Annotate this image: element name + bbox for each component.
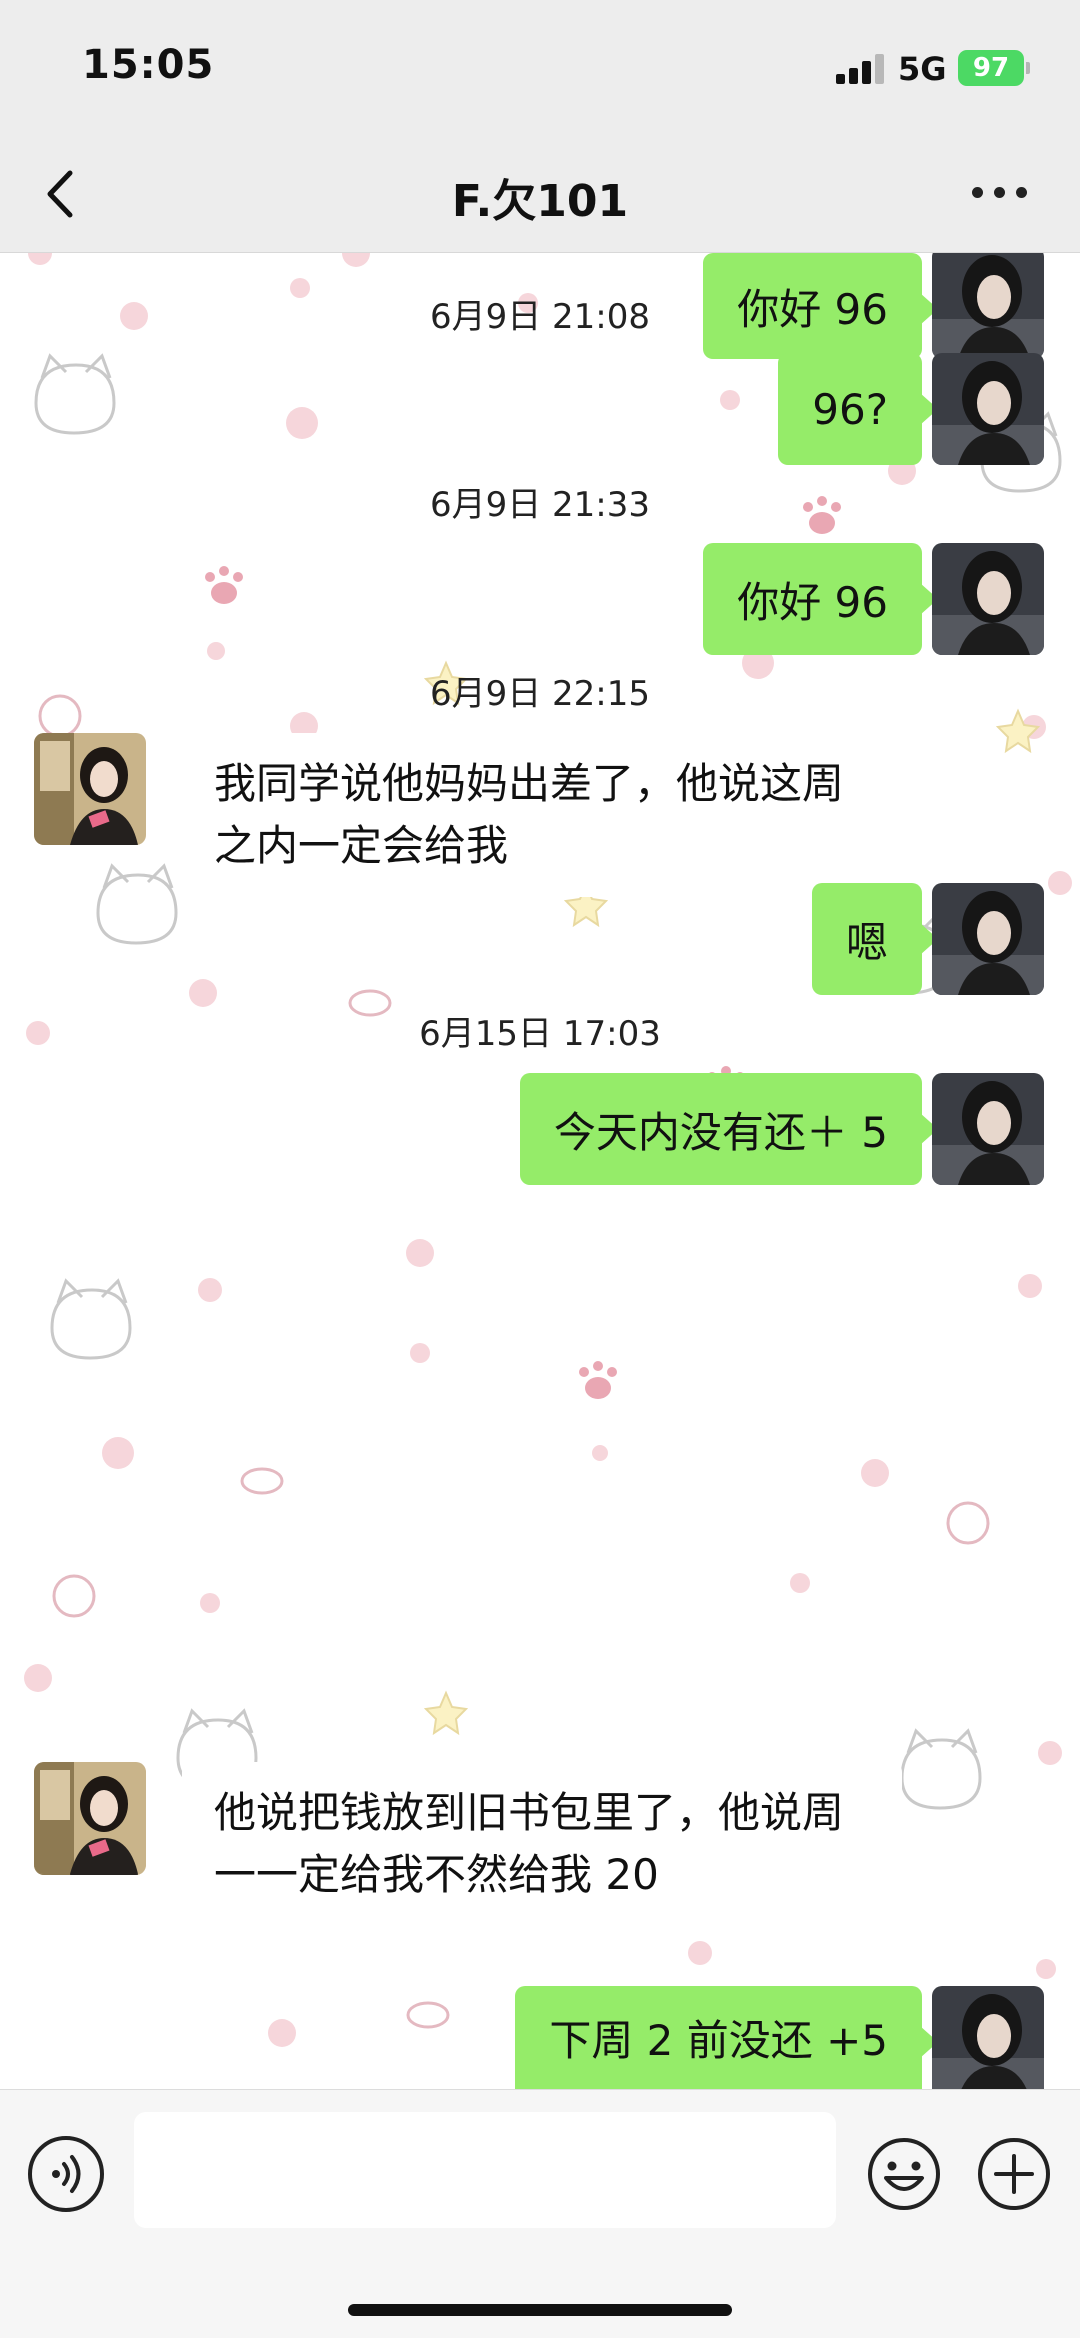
emoji-icon[interactable] [866, 2136, 942, 2212]
ellipsis-icon[interactable] [972, 183, 1028, 203]
timestamp: 6月9日 22:15 [429, 674, 651, 714]
voice-icon[interactable] [28, 2136, 104, 2212]
outgoing-message[interactable]: 下周 2 前没还 +5 [515, 1986, 938, 2089]
message-text: 他说把钱放到旧书包里了，他说周一一定给我不然给我 20 [214, 1788, 845, 1899]
avatar[interactable] [932, 353, 1044, 465]
input-bar [0, 2089, 1080, 2338]
avatar[interactable] [932, 1986, 1044, 2089]
message-text: 今天内没有还＋ 5 [553, 1107, 888, 1157]
message-text: 嗯 [845, 917, 888, 967]
status-time: 15:05 [82, 42, 215, 88]
timestamp: 6月9日 21:08 [429, 297, 651, 337]
outgoing-message[interactable]: 96? [778, 353, 938, 465]
chat-title: F.欠101 [451, 176, 629, 227]
message-text: 96? [812, 384, 888, 434]
incoming-message[interactable]: 我同学说他妈妈出差了，他说这周之内一定会给我 [166, 733, 902, 897]
avatar[interactable] [932, 1073, 1044, 1185]
avatar[interactable] [34, 1762, 146, 1874]
battery-level: 97 [972, 53, 1010, 83]
battery-icon: 97 [958, 50, 1030, 86]
avatar[interactable] [932, 543, 1044, 655]
network-label: 5G [898, 50, 947, 88]
outgoing-message[interactable]: 你好 96 [703, 543, 938, 655]
outgoing-message[interactable]: 今天内没有还＋ 5 [519, 1073, 939, 1185]
message-input[interactable] [134, 2112, 836, 2228]
timestamp: 6月15日 17:03 [419, 1014, 661, 1054]
home-indicator [348, 2304, 732, 2316]
message-text: 你好 96 [737, 577, 888, 627]
outgoing-message[interactable]: 嗯 [811, 883, 939, 995]
avatar[interactable] [932, 883, 1044, 995]
signal-icon [836, 52, 888, 84]
plus-icon[interactable] [976, 2136, 1052, 2212]
avatar[interactable] [34, 733, 146, 845]
status-bar: 15:05 5G 97 [0, 0, 1080, 135]
nav-bar: F.欠101 [0, 135, 1080, 253]
timestamp: 6月9日 21:33 [429, 485, 651, 525]
incoming-message[interactable]: 他说把钱放到旧书包里了，他说周一一定给我不然给我 20 [166, 1762, 902, 1926]
message-text: 下周 2 前没还 +5 [549, 2016, 888, 2065]
chevron-left-icon[interactable] [40, 165, 84, 223]
message-text: 我同学说他妈妈出差了，他说这周之内一定会给我 [214, 759, 845, 870]
